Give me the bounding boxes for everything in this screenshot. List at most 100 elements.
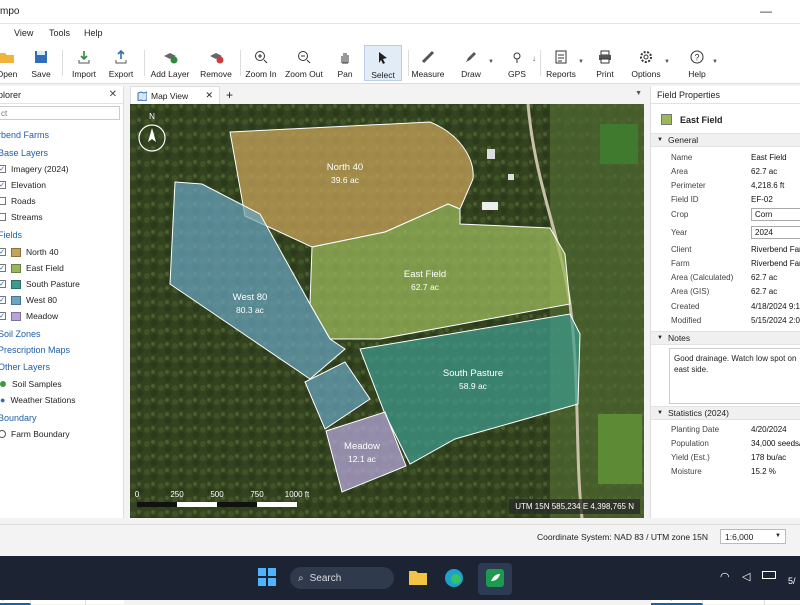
farm-app-icon [486,569,504,587]
tree-boundary[interactable]: Boundary [0,411,37,425]
windows-start-icon[interactable] [258,568,276,586]
help-dropdown-icon[interactable]: ▼ [712,59,718,65]
checkbox-checked-icon[interactable]: ✓ [0,181,6,189]
prop-key: Perimeter [671,180,706,190]
checkbox-unchecked-icon[interactable] [0,213,6,221]
building [487,149,495,159]
section-statistics[interactable]: ▼ Statistics (2024) [651,406,800,420]
export-button[interactable]: Export [105,45,137,81]
battery-icon[interactable] [762,571,776,579]
close-tab-icon[interactable]: ✕ [205,90,213,101]
checkbox-checked-icon[interactable]: ✓ [0,296,6,304]
boundary-label: Boundary [0,413,37,423]
wifi-icon[interactable]: ◠ [720,570,730,583]
checkbox-checked-icon[interactable]: ✓ [0,280,6,288]
options-dropdown-icon[interactable]: ▼ [664,59,670,65]
select-button[interactable]: Select [364,45,402,81]
file-explorer-icon[interactable] [408,568,428,586]
draw-dropdown-icon[interactable]: ▼ [488,59,494,65]
field-east-field[interactable]: ✓ East Field [0,261,64,275]
tab-map-view[interactable]: Map View ✕ [130,86,220,104]
help-button[interactable]: ? Help [684,45,710,81]
year-select[interactable]: 2024 [751,225,800,239]
measure-label: Measure [411,69,445,79]
menu-tools[interactable]: Tools [49,28,70,38]
notes-textarea[interactable]: Good drainage. Watch low spot on east si… [669,348,800,404]
edge-browser-icon[interactable] [444,568,464,588]
building [508,174,514,180]
checkbox-checked-icon[interactable]: ✓ [0,312,6,320]
gps-button[interactable]: GPS [504,45,530,81]
status-bar: Coordinate System: NAD 83 / UTM zone 15N… [0,524,800,548]
new-tab-icon[interactable]: + [226,88,233,102]
add-layer-button[interactable]: Add Layer [150,45,190,81]
draw-label: Draw [461,69,481,79]
scale-select[interactable]: 1:6,000 ▼ [720,529,786,544]
save-button[interactable]: Save [28,45,54,81]
options-button[interactable]: Options [630,45,662,81]
tree-base-layers[interactable]: Base Layers [0,146,48,160]
prop-value: 4/18/2024 9:1 [751,301,800,311]
clock[interactable]: 5/ [788,576,796,586]
layer-streams[interactable]: Streams [0,210,43,224]
measure-button[interactable]: Measure [411,45,445,81]
section-notes[interactable]: ▼ Notes [651,331,800,345]
checkbox-checked-icon[interactable]: ✓ [0,248,6,256]
prop-row: Crop Corn [671,207,800,221]
active-app-taskbar-button[interactable] [478,563,512,595]
tree-prescription-maps[interactable]: Prescription Maps [0,343,70,357]
open-button[interactable]: Open [0,45,20,81]
menu-help[interactable]: Help [84,28,103,38]
section-general[interactable]: ▼ General [651,133,800,147]
taskbar-search[interactable]: ⌕ Search [290,567,394,589]
map-canvas[interactable]: North 40 39.6 ac East Field 62.7 ac West… [130,104,644,518]
tab-overflow-icon[interactable]: ▼ [635,90,642,97]
close-icon[interactable]: ✕ [109,89,117,100]
checkbox-checked-icon[interactable]: ✓ [0,264,6,272]
import-label: Import [71,69,97,79]
tree-farm[interactable]: rbend Farms [0,128,49,142]
properties-header: Field Properties [651,86,800,104]
layer-weather-stations[interactable]: ● Weather Stations [0,393,75,407]
gear-icon [637,48,655,66]
field-north-40[interactable]: ✓ North 40 [0,245,59,259]
tree-fields[interactable]: Fields [0,228,22,242]
gps-dropdown-icon[interactable]: ↓ [532,54,536,63]
prop-key: Farm [671,258,690,268]
explorer-search-input[interactable] [0,106,120,120]
checkbox-unchecked-icon[interactable] [0,197,6,205]
print-button[interactable]: Print [592,45,618,81]
stat-row: Yield (Est.) 178 bu/ac [671,450,786,464]
app-title: mpo [0,6,20,17]
color-swatch [11,263,21,273]
field-meadow[interactable]: ✓ Meadow [0,309,58,323]
layer-farm-boundary[interactable]: Farm Boundary [0,427,70,441]
reports-dropdown-icon[interactable]: ▼ [578,59,584,65]
field-west-80[interactable]: ✓ West 80 [0,293,57,307]
crop-select[interactable]: Corn [751,207,800,221]
checkbox-checked-icon[interactable]: ✓ [0,165,6,173]
save-icon [32,48,50,66]
draw-button[interactable]: Draw [458,45,484,81]
pan-button[interactable]: Pan [332,45,358,81]
scale-label: 0 [135,490,140,499]
zoom-out-button[interactable]: Zoom Out [284,45,324,81]
explorer-panel: plorer ✕ rbend Farms Base Layers ✓ Imager… [0,86,124,605]
map-icon [137,90,147,101]
import-button[interactable]: Import [68,45,100,81]
search-icon: ⌕ [298,572,304,584]
field-south-pasture[interactable]: ✓ South Pasture [0,277,80,291]
reports-button[interactable]: Reports [546,45,576,81]
tree-soil-zones[interactable]: Soil Zones [0,327,41,341]
zoom-in-button[interactable]: Zoom In [244,45,278,81]
color-swatch [11,247,21,257]
remove-layer-button[interactable]: Remove [198,45,234,81]
layer-soil-samples[interactable]: Soil Samples [0,377,62,391]
layer-imagery[interactable]: ✓ Imagery (2024) [0,162,69,176]
minimize-button[interactable]: — [760,4,772,18]
tree-other-layers[interactable]: Other Layers [0,360,50,374]
layer-roads[interactable]: Roads [0,194,36,208]
layer-elevation[interactable]: ✓ Elevation [0,178,46,192]
volume-icon[interactable]: ◁ [742,570,750,583]
menu-view[interactable]: View [14,28,33,38]
